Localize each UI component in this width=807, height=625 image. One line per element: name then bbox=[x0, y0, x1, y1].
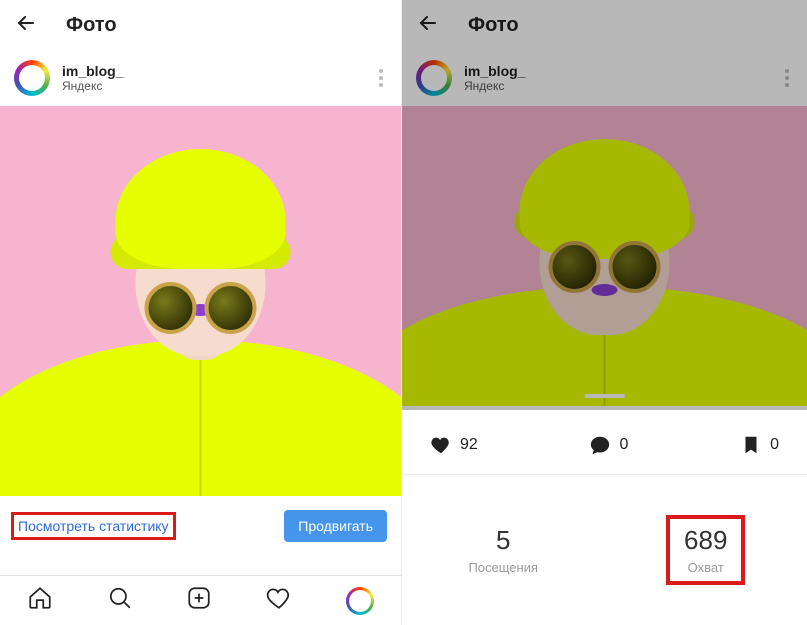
engagement-row: 92 0 0 bbox=[402, 406, 807, 475]
post-header: im_blog_ Яндекс bbox=[402, 50, 807, 106]
view-insights-link[interactable]: Посмотреть статистику bbox=[14, 515, 173, 537]
page-title: Фото bbox=[66, 14, 117, 37]
photo-content bbox=[402, 121, 807, 406]
comments-stat: 0 bbox=[589, 434, 628, 456]
post-photo[interactable] bbox=[402, 106, 807, 406]
page-title: Фото bbox=[468, 14, 519, 37]
back-arrow-icon[interactable] bbox=[416, 11, 440, 40]
post-photo[interactable] bbox=[0, 106, 401, 496]
location: Яндекс bbox=[62, 79, 123, 93]
user-block[interactable]: im_blog_ Яндекс bbox=[464, 63, 525, 93]
visits-stat: 5 Посещения bbox=[402, 475, 605, 625]
saves-count: 0 bbox=[770, 436, 779, 454]
visits-count: 5 bbox=[496, 525, 510, 556]
bottom-nav bbox=[0, 575, 401, 625]
comments-count: 0 bbox=[619, 436, 628, 454]
username: im_blog_ bbox=[464, 63, 525, 79]
home-icon[interactable] bbox=[27, 585, 53, 616]
stats-row: 5 Посещения 689 Охват bbox=[402, 475, 807, 625]
photo-content bbox=[0, 126, 401, 497]
more-options-icon[interactable] bbox=[785, 69, 789, 87]
phone-left: Фото im_blog_ Яндекс Посмотреть статисти… bbox=[0, 0, 402, 625]
sheet-drag-handle[interactable] bbox=[585, 394, 625, 398]
back-arrow-icon[interactable] bbox=[14, 11, 38, 40]
header: Фото bbox=[402, 0, 807, 50]
reach-label: Охват bbox=[688, 560, 724, 575]
promote-button[interactable]: Продвигать bbox=[284, 510, 387, 542]
user-block[interactable]: im_blog_ Яндекс bbox=[62, 63, 123, 93]
search-icon[interactable] bbox=[107, 585, 133, 616]
new-post-icon[interactable] bbox=[186, 585, 212, 616]
reach-count: 689 bbox=[684, 525, 727, 556]
avatar[interactable] bbox=[416, 60, 452, 96]
phone-right: Фото im_blog_ Яндекс 92 0 bbox=[402, 0, 807, 625]
insights-bar: Посмотреть статистику Продвигать bbox=[0, 496, 401, 556]
avatar[interactable] bbox=[14, 60, 50, 96]
bookmark-icon bbox=[740, 434, 762, 456]
likes-stat: 92 bbox=[430, 434, 478, 456]
comment-icon bbox=[589, 434, 611, 456]
header: Фото bbox=[0, 0, 401, 50]
profile-ring-icon[interactable] bbox=[346, 587, 374, 615]
activity-heart-icon[interactable] bbox=[266, 585, 292, 616]
post-header: im_blog_ Яндекс bbox=[0, 50, 401, 106]
likes-count: 92 bbox=[460, 436, 478, 454]
location: Яндекс bbox=[464, 79, 525, 93]
username: im_blog_ bbox=[62, 63, 123, 79]
more-options-icon[interactable] bbox=[379, 69, 383, 87]
reach-stat: 689 Охват bbox=[605, 475, 807, 625]
visits-label: Посещения bbox=[468, 560, 538, 575]
heart-icon bbox=[430, 434, 452, 456]
saves-stat: 0 bbox=[740, 434, 779, 456]
